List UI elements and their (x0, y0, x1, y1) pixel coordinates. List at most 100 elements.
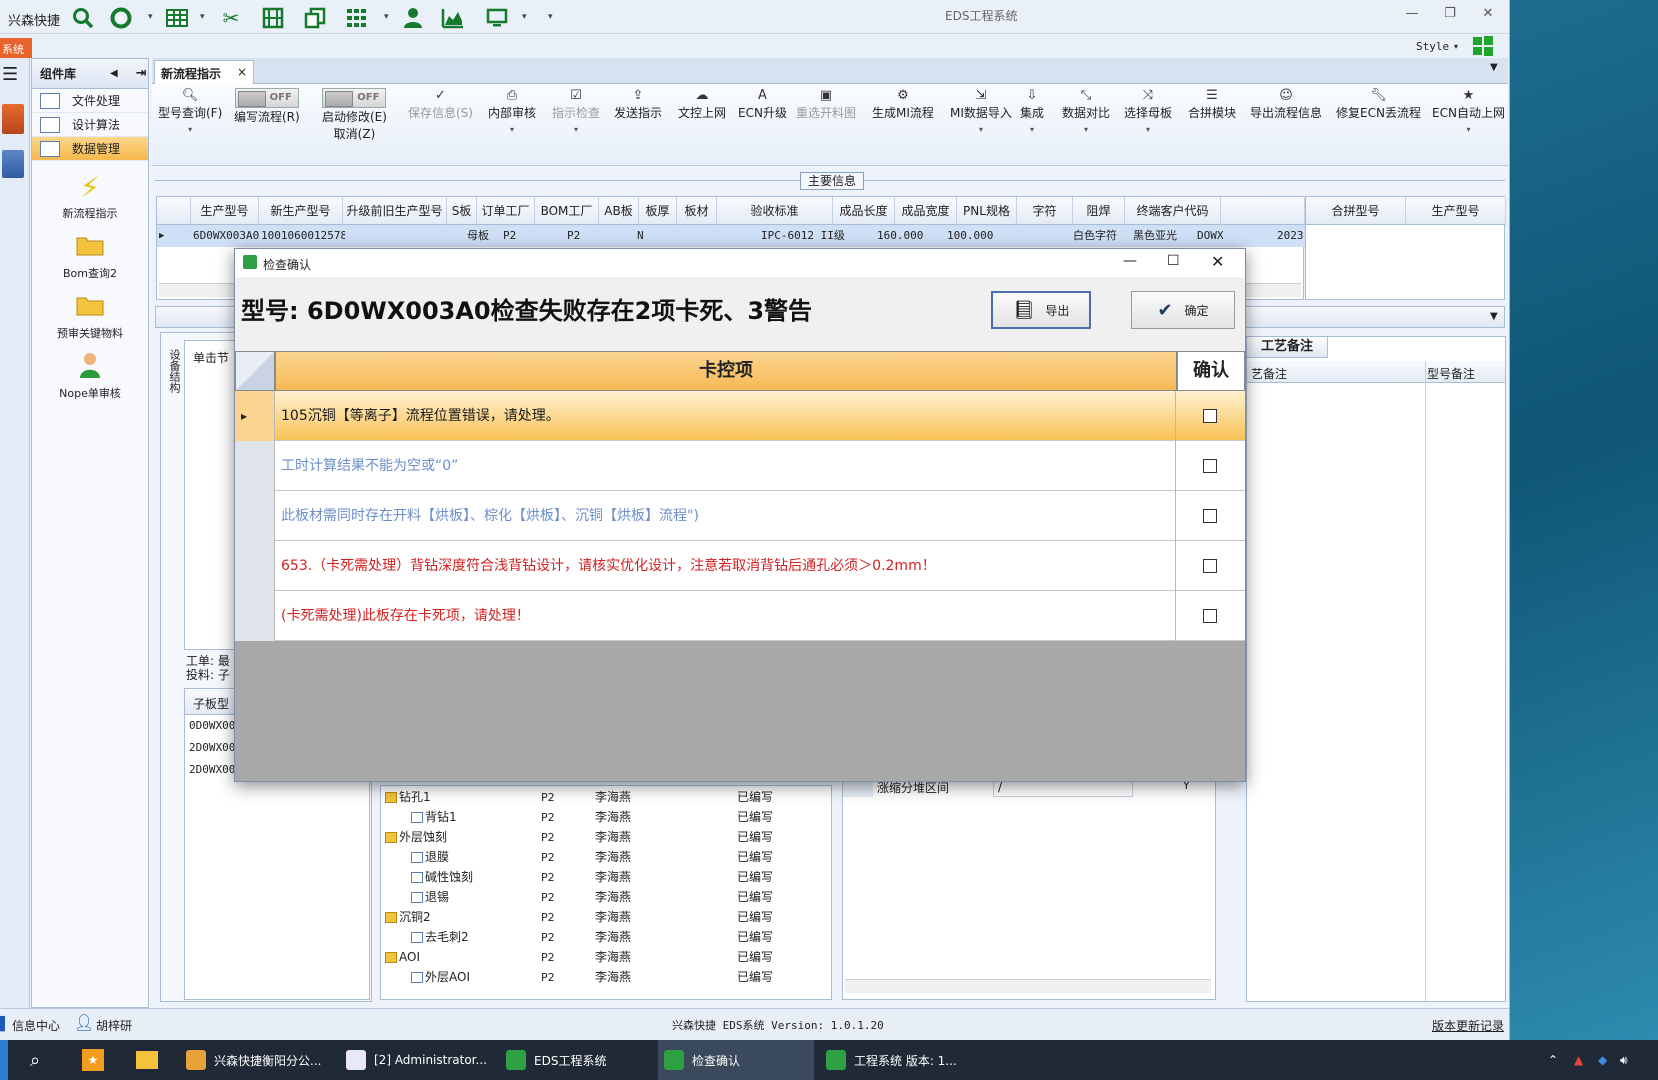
column-header[interactable]: PNL规格 (957, 197, 1017, 225)
table-icon[interactable] (164, 5, 190, 31)
taskbar-item[interactable]: 工程系统 版本: 1... (820, 1040, 1000, 1080)
confirm-checkbox[interactable] (1203, 609, 1217, 623)
ecn-upgrade-button[interactable]: A ECN升级 (738, 88, 787, 121)
close-icon[interactable]: ✕ (1211, 252, 1224, 271)
table-row[interactable]: 退锡 P2 李海燕 已编写 (381, 888, 831, 907)
model-query-button[interactable]: 🔍︎ 型号查询(F) ▾ (158, 88, 222, 134)
column-header[interactable]: 成品宽度 (895, 197, 957, 225)
column-header[interactable]: 字符 (1017, 197, 1073, 225)
grid-cell[interactable]: P2 (567, 225, 597, 247)
off-switch[interactable]: OFF (322, 88, 387, 108)
tray-app-icon[interactable]: ▲ (1574, 1040, 1594, 1080)
table-row[interactable]: 2D0WX00 (189, 741, 235, 754)
calculator-icon[interactable] (2, 150, 24, 178)
grid-icon[interactable] (344, 5, 370, 31)
tab-craft-remarks[interactable]: 工艺备注 (1246, 336, 1328, 358)
system-tab[interactable]: 系统 (0, 38, 32, 58)
table-row[interactable]: 外层AOI P2 李海燕 已编写 (381, 968, 831, 987)
grid-cell[interactable]: 母板 (467, 225, 497, 247)
library-item-file-processing[interactable]: 文件处理 (32, 89, 148, 113)
export-button[interactable]: 📘︎ 导出 (991, 291, 1091, 329)
send-indicator-button[interactable]: ⇪ 发送指示 (614, 88, 662, 121)
select-mother-button[interactable]: ⤨ 选择母板 ▾ (1124, 88, 1172, 134)
changelog-link[interactable]: 版本更新记录 (1432, 1017, 1504, 1034)
taskbar-item[interactable]: 兴森快捷衡阳分公... (180, 1040, 336, 1080)
grid-cell[interactable]: N (637, 225, 657, 247)
grid-cell[interactable]: P2 (503, 225, 533, 247)
column-header[interactable]: 生产型号 (191, 197, 259, 225)
maximize-icon[interactable]: ☐ (1167, 253, 1180, 269)
mi-import-button[interactable]: ⇲ MI数据导入 ▾ (950, 88, 1012, 134)
dropdown-caret[interactable]: ▾ (148, 12, 153, 22)
check-row[interactable]: 工时计算结果不能为空或“0” (235, 441, 1245, 491)
row-selector[interactable] (235, 491, 275, 541)
grid-cell[interactable]: 6D0WX003A0 (193, 225, 259, 247)
tool-nope-review[interactable]: Nope单审核 (32, 351, 148, 401)
reselect-cut-button[interactable]: ▣ 重选开料图 (796, 88, 856, 121)
column-header[interactable]: 阻焊 (1073, 197, 1125, 225)
column-header[interactable]: 终端客户代码 (1125, 197, 1221, 225)
factory-icon[interactable] (2, 104, 24, 134)
start-modify-toggle[interactable]: OFF 启动修改(E) 取消(Z) (322, 88, 387, 142)
area-chart-icon[interactable] (440, 5, 466, 31)
table-row[interactable]: 2D0WX00 (189, 763, 235, 776)
column-header-item[interactable]: 卡控项 (275, 351, 1177, 391)
save-info-button[interactable]: ✓ 保存信息(S) (408, 88, 473, 121)
file-explorer-icon[interactable] (136, 1040, 166, 1080)
column-header[interactable]: 新生产型号 (259, 197, 343, 225)
info-center-label[interactable]: 信息中心 (12, 1017, 60, 1034)
column-header-confirm[interactable]: 确认 (1177, 351, 1245, 391)
upload-doc-button[interactable]: ☁ 文控上网 (678, 88, 726, 121)
library-item-design-algorithm[interactable]: 设计算法 (32, 113, 148, 137)
column-header[interactable] (1221, 197, 1305, 225)
chevron-up-icon[interactable]: ⌃ (1548, 1040, 1568, 1080)
dropdown-caret[interactable]: ▾ (384, 12, 389, 22)
film-icon[interactable] (260, 5, 286, 31)
library-item-data-management[interactable]: 数据管理 (32, 137, 148, 161)
customize-caret[interactable]: ▾ (548, 12, 553, 22)
tool-key-material-review[interactable]: 预审关键物料 (32, 291, 148, 341)
grid-cell[interactable]: 160.000 (877, 225, 937, 247)
internal-review-button[interactable]: ⎙ 内部审核 ▾ (488, 88, 536, 134)
merge-module-button[interactable]: ☰ 合拼模块 (1188, 88, 1236, 121)
vertical-tab-structure[interactable]: 设备结构 (163, 349, 181, 393)
taskbar-item-active[interactable]: 检查确认 (658, 1040, 814, 1080)
gen-mi-flow-button[interactable]: ⚙ 生成MI流程 (872, 88, 934, 121)
column-header[interactable]: 生产型号 (1406, 197, 1506, 225)
edit-flow-toggle[interactable]: OFF 编写流程(R) (234, 88, 300, 125)
data-compare-button[interactable]: ⤡ 数据对比 ▾ (1062, 88, 1110, 134)
check-row[interactable]: 此板材需同时存在开料【烘板】、棕化【烘板】、沉铜【烘板】流程") (235, 491, 1245, 541)
restore-icon[interactable]: ❐ (1436, 6, 1464, 28)
table-row[interactable]: 退膜 P2 李海燕 已编写 (381, 848, 831, 867)
indicator-check-button[interactable]: ☑ 指示检查 ▾ (552, 88, 600, 134)
column-header[interactable]: 合拼型号 (1306, 197, 1406, 225)
lifebuoy-icon[interactable] (108, 5, 134, 31)
star-app-icon[interactable]: ★ (82, 1040, 112, 1080)
chevron-down-icon[interactable]: ▼ (1490, 62, 1498, 73)
check-row[interactable]: (卡死需处理)此板存在卡死项，请处理！ (235, 591, 1245, 641)
taskbar-item[interactable]: EDS工程系统 (500, 1040, 654, 1080)
confirm-checkbox[interactable] (1203, 409, 1217, 423)
grid-cell[interactable]: 2023- (1277, 225, 1305, 247)
check-row[interactable]: ▸ 105沉铜【等离子】流程位置错误，请处理。 (235, 391, 1245, 441)
off-switch[interactable]: OFF (234, 88, 299, 108)
scissors-icon[interactable]: ✂ (218, 5, 244, 31)
grid-cell[interactable]: 100.000 (947, 225, 1007, 247)
minimize-icon[interactable]: — (1123, 253, 1137, 269)
row-selector[interactable] (235, 541, 275, 591)
integrate-button[interactable]: ⇩ 集成 ▾ (1020, 88, 1044, 134)
search-icon[interactable]: ⌕ (30, 1040, 60, 1080)
table-row[interactable]: 沉铜2 P2 李海燕 已编写 (381, 908, 831, 927)
select-all-corner[interactable] (235, 351, 275, 391)
monitor-icon[interactable] (484, 5, 510, 31)
chevron-down-icon[interactable]: ▼ (1490, 311, 1498, 322)
column-header[interactable]: 升级前旧生产型号 (343, 197, 447, 225)
row-selector[interactable] (235, 591, 275, 641)
table-row[interactable]: 外层蚀刻 P2 李海燕 已编写 (381, 828, 831, 847)
repair-ecn-button[interactable]: 🔧︎ 修复ECN丢流程 (1336, 88, 1421, 121)
volume-icon[interactable]: 🔊︎ (1620, 1040, 1640, 1080)
row-selector[interactable] (235, 441, 275, 491)
dropdown-caret[interactable]: ▾ (200, 12, 205, 22)
column-header[interactable]: 板厚 (639, 197, 677, 225)
confirm-checkbox[interactable] (1203, 459, 1217, 473)
